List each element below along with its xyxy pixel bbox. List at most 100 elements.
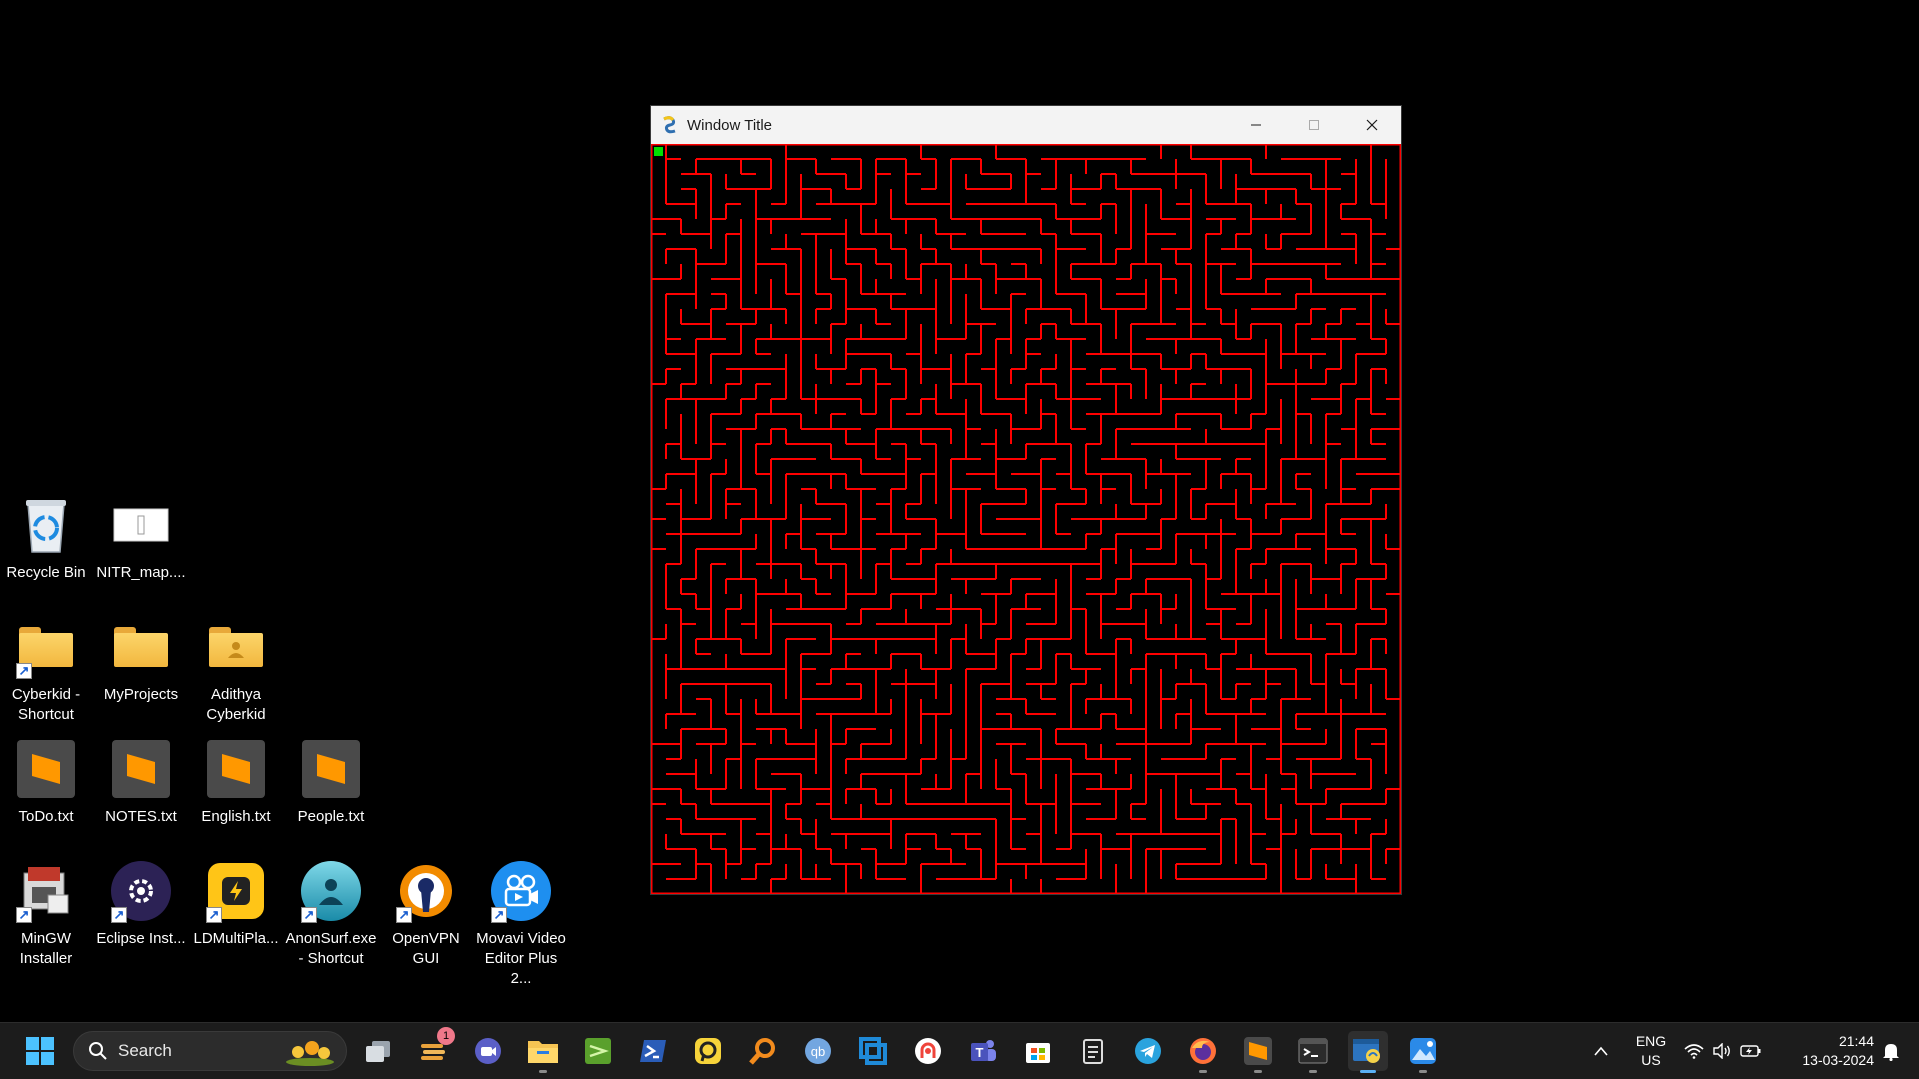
shortcut-arrow-icon: ↗ (396, 907, 412, 923)
desktop-icon-ldmultiplayer[interactable]: ↗ LDMultiPla... (190, 859, 282, 949)
taskbar-microsoft-store[interactable] (1018, 1031, 1058, 1071)
taskbar-widgets[interactable]: 1 (413, 1027, 455, 1071)
svg-text:qb: qb (811, 1044, 825, 1059)
magnifier-icon (749, 1038, 775, 1065)
shortcut-arrow-icon: ↗ (491, 907, 507, 923)
start-button[interactable] (20, 1031, 60, 1071)
file-explorer-icon (528, 1041, 558, 1063)
desktop-icon-nitr-map[interactable]: NITR_map.... (95, 493, 187, 583)
taskbar-virtualbox[interactable] (853, 1031, 893, 1071)
maze (650, 143, 1402, 895)
mingw-installer-icon: ↗ (14, 859, 78, 923)
input-language-indicator[interactable]: ENG US (1626, 1031, 1676, 1071)
desktop-icon-label: Recycle Bin (6, 564, 86, 581)
maximize-icon (1309, 120, 1319, 130)
desktop-icon-label: Eclipse Inst... (96, 930, 186, 947)
battery-charging-icon (1740, 1045, 1761, 1057)
chevron-up-icon (1594, 1046, 1608, 1056)
taskbar-telegram[interactable] (1128, 1031, 1168, 1071)
desktop-icon-label: NOTES.txt (105, 808, 177, 825)
show-hidden-icons-button[interactable] (1583, 1031, 1619, 1071)
taskbar-sublime-text[interactable] (1238, 1031, 1278, 1073)
taskbar-powershell[interactable] (633, 1031, 673, 1071)
taskbar: Search 1 qb T ENG US 21:44 13-03-2024 (0, 1022, 1919, 1079)
sublime-text-icon (109, 737, 173, 801)
taskbar-notepad[interactable] (1073, 1031, 1113, 1071)
desktop-icon-recycle-bin[interactable]: Recycle Bin (0, 493, 92, 583)
shortcut-arrow-icon: ↗ (111, 907, 127, 923)
quick-settings-button[interactable] (1684, 1037, 1764, 1065)
desktop-icon-label: ToDo.txt (18, 808, 74, 825)
image-thumbnail-icon (109, 493, 173, 557)
taskbar-firefox[interactable] (1183, 1031, 1223, 1073)
taskbar-command-prompt[interactable] (1293, 1031, 1333, 1073)
desktop-icon-label: People.txt (297, 808, 365, 825)
pygame-snake-icon (663, 116, 676, 134)
clock-time: 21:44 (1838, 1033, 1874, 1049)
sublime-text-icon (1244, 1037, 1272, 1065)
desktop-icon-myprojects[interactable]: MyProjects (95, 615, 187, 705)
task-view-icon (366, 1041, 390, 1062)
notification-center-button[interactable] (1876, 1031, 1906, 1071)
shortcut-arrow-icon: ↗ (16, 907, 32, 923)
taskbar-meet[interactable] (468, 1031, 508, 1071)
sublime-text-icon (14, 737, 78, 801)
eclipse-installer-icon: ↗ (109, 859, 173, 923)
taskbar-pcloud[interactable] (688, 1031, 728, 1071)
desktop-icon-label: AnonSurf.exe - Shortcut (285, 930, 377, 967)
meet-camera-icon (475, 1038, 501, 1064)
anonsurf-icon: ↗ (299, 859, 363, 923)
window-titlebar[interactable]: Window Title (651, 106, 1401, 144)
close-button[interactable] (1343, 106, 1401, 144)
taskbar-teams[interactable]: T (963, 1031, 1003, 1071)
taskbar-search[interactable]: Search (73, 1031, 347, 1071)
maze-window[interactable]: Window Title (650, 105, 1402, 895)
taskbar-photos[interactable] (1403, 1031, 1443, 1073)
desktop-icon-english-txt[interactable]: English.txt (190, 737, 282, 827)
maze-canvas (650, 143, 1402, 895)
shortcut-arrow-icon: ↗ (16, 663, 32, 679)
virtualbox-icon (859, 1037, 887, 1065)
desktop-icon-mingw-installer[interactable]: ↗ MinGW Installer (0, 859, 92, 969)
taskbar-python-pygame[interactable] (1348, 1031, 1388, 1073)
taskbar-file-explorer[interactable] (523, 1031, 563, 1073)
taskbar-green-terminal[interactable] (578, 1031, 618, 1071)
taskbar-qbittorrent[interactable]: qb (798, 1031, 838, 1071)
taskbar-everything-search[interactable] (743, 1031, 783, 1071)
notepad-icon (1083, 1039, 1103, 1064)
minimize-button[interactable] (1227, 106, 1285, 144)
sublime-text-icon (299, 737, 363, 801)
region-label: US (1641, 1052, 1661, 1068)
user-folder-icon (204, 615, 268, 679)
desktop-icon-movavi-video-editor[interactable]: ↗ Movavi Video Editor Plus 2... (475, 859, 567, 989)
desktop-icon-people-txt[interactable]: People.txt (285, 737, 377, 827)
telegram-icon (1135, 1038, 1161, 1064)
desktop-icon-label: NITR_map.... (96, 564, 186, 581)
desktop-icon-anonsurf-shortcut[interactable]: ↗ AnonSurf.exe - Shortcut (285, 859, 377, 969)
window-title: Window Title (687, 116, 773, 134)
desktop-icon-eclipse-installer[interactable]: ↗ Eclipse Inst... (95, 859, 187, 949)
taskbar-anydesk[interactable] (908, 1031, 948, 1071)
desktop-icon-label: MyProjects (103, 686, 179, 703)
firefox-icon (1190, 1038, 1216, 1064)
minimize-icon (1251, 124, 1261, 126)
clock[interactable]: 21:44 13-03-2024 (1778, 1031, 1874, 1071)
green-app-icon (585, 1038, 611, 1064)
desktop-icon-cyberkid-shortcut[interactable]: ↗ Cyberkid - Shortcut (0, 615, 92, 725)
desktop-icon-todo-txt[interactable]: ToDo.txt (0, 737, 92, 827)
desktop-icon-label: LDMultiPla... (193, 930, 279, 947)
desktop-icon-label: English.txt (201, 808, 271, 825)
maze-start-marker (654, 147, 663, 156)
terminal-icon (1298, 1038, 1328, 1064)
qbittorrent-icon: qb (805, 1038, 831, 1064)
desktop-icon-openvpn-gui[interactable]: ↗ OpenVPN GUI (380, 859, 472, 969)
taskbar-task-view[interactable] (358, 1031, 398, 1071)
desktop-icon-adithya-cyberkid[interactable]: Adithya Cyberkid (190, 615, 282, 725)
movavi-icon: ↗ (489, 859, 553, 923)
desktop-icon-notes-txt[interactable]: NOTES.txt (95, 737, 187, 827)
maximize-button[interactable] (1285, 106, 1343, 144)
anydesk-icon (915, 1038, 941, 1064)
language-label: ENG (1635, 1033, 1667, 1049)
python-window-icon (1353, 1039, 1380, 1063)
widgets-badge: 1 (437, 1027, 455, 1045)
